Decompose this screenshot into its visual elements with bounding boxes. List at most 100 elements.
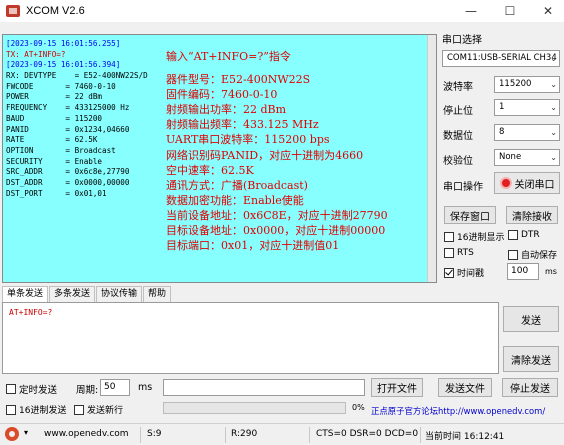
receive-line: PANID = 0x1234,04660: [6, 124, 130, 134]
receive-log: [2023-09-15 16:01:56.255] TX: AT+INFO=? [2…: [6, 39, 148, 199]
receive-line: OPTION = Broadcast: [6, 145, 116, 155]
chevron-down-icon: ⌄: [550, 80, 557, 89]
rts-box[interactable]: [444, 248, 454, 258]
baud-value: 115200: [499, 79, 532, 89]
port-status-icon: [499, 177, 512, 189]
stopbit-label: 停止位: [443, 106, 473, 117]
period-input[interactable]: 50: [100, 379, 130, 396]
annotation-line: 当前设备地址：0x6C8E，对应十进制27790: [166, 208, 388, 222]
timestamp-unit: ms: [545, 267, 557, 276]
receive-line: DST_PORT = 0x01,01: [6, 188, 107, 198]
send-tabs: 单条发送 多条发送 协议传输 帮助: [2, 286, 172, 302]
save-window-button[interactable]: 保存窗口: [444, 206, 496, 224]
annotation-line: 通讯方式：广播(Broadcast): [166, 178, 308, 192]
newline-box[interactable]: [74, 404, 84, 415]
dtr-box[interactable]: [508, 230, 518, 240]
status-url[interactable]: www.openedv.com: [44, 429, 129, 439]
databit-value: 8: [499, 127, 505, 137]
stop-send-button[interactable]: 停止发送: [502, 378, 558, 397]
receive-line: TX: AT+INFO=?: [6, 49, 66, 59]
send-progress-text: 0%: [352, 403, 365, 412]
status-received-count: R:290: [231, 429, 258, 439]
file-path-input[interactable]: [163, 379, 365, 396]
forum-link[interactable]: 正点原子官方论坛http://www.openedv.com/: [371, 405, 545, 417]
send-tab[interactable]: 帮助: [143, 286, 172, 302]
timed-send-box[interactable]: [6, 384, 16, 394]
timed-send-checkbox[interactable]: 定时发送: [6, 382, 57, 396]
receive-line: RATE = 62.5K: [6, 135, 98, 145]
port-select-value: COM11:USB-SERIAL CH34: [447, 53, 557, 63]
chevron-down-icon: ⌄: [550, 103, 557, 112]
send-file-button[interactable]: 发送文件: [438, 378, 492, 397]
window-title: XCOM V2.6: [26, 5, 85, 17]
chevron-down-icon: ⌄: [550, 153, 557, 162]
timed-send-label: 定时发送: [19, 385, 58, 396]
timestamp-interval-input[interactable]: 100: [507, 263, 539, 280]
timestamp-label: 时间戳: [457, 269, 485, 279]
stopbit-value: 1: [499, 102, 505, 112]
status-bar: ▾ www.openedv.com S:9 R:290 CTS=0 DSR=0 …: [0, 423, 564, 445]
annotation-line: 目标端口：0x01，对应十进制值01: [166, 239, 340, 253]
stopbit-select[interactable]: 1 ⌄: [494, 99, 560, 116]
period-unit: ms: [138, 382, 153, 393]
receive-scrollbar[interactable]: [427, 35, 436, 282]
dropdown-arrow-icon[interactable]: ▾: [24, 428, 28, 437]
port-select-label: 串口选择: [442, 35, 482, 46]
send-progress-bar: [163, 402, 346, 414]
databit-select[interactable]: 8 ⌄: [494, 124, 560, 141]
period-label: 周期:: [76, 385, 99, 396]
timestamp-box[interactable]: [444, 267, 454, 278]
databit-label: 数据位: [443, 131, 473, 142]
clear-receive-button[interactable]: 清除接收: [506, 206, 558, 224]
hex-send-checkbox[interactable]: 16进制发送: [6, 403, 66, 416]
hex-send-label: 16进制发送: [19, 406, 67, 416]
auto-save-box[interactable]: [508, 249, 518, 260]
send-tab[interactable]: 单条发送: [2, 286, 49, 302]
chevron-down-icon: ⌄: [550, 54, 557, 63]
parity-select[interactable]: None ⌄: [494, 149, 560, 166]
open-file-button[interactable]: 打开文件: [371, 378, 423, 397]
status-sent-count: S:9: [147, 429, 162, 439]
timestamp-checkbox[interactable]: 时间戳: [444, 266, 484, 279]
app-logo-icon: [6, 5, 20, 17]
auto-save-checkbox[interactable]: 自动保存: [508, 248, 557, 261]
send-tab[interactable]: 多条发送: [49, 286, 96, 302]
clear-send-button[interactable]: 清除发送: [503, 346, 559, 372]
rts-checkbox[interactable]: RTS: [444, 248, 474, 258]
receive-line: [2023-09-15 16:01:56.394]: [6, 60, 121, 70]
annotation-line: UART串口波特率：115200 bps: [166, 133, 330, 147]
annotation-line: 目标设备地址：0x0000，对应十进制00000: [166, 224, 386, 238]
annotation-line: 空中速率：62.5K: [166, 163, 254, 177]
close-port-button[interactable]: 关闭串口: [494, 172, 560, 194]
send-button[interactable]: 发送: [503, 306, 559, 332]
hex-send-box[interactable]: [6, 404, 16, 415]
minimize-button[interactable]: —: [455, 0, 487, 22]
port-select[interactable]: COM11:USB-SERIAL CH34 ⌄: [442, 50, 560, 67]
baud-select[interactable]: 115200 ⌄: [494, 76, 560, 93]
rts-label: RTS: [457, 248, 474, 258]
receive-line: POWER = 22 dBm: [6, 92, 103, 102]
parity-value: None: [499, 152, 522, 162]
maximize-button[interactable]: ☐: [494, 0, 526, 22]
receive-line: SRC_ADDR = 0x6c8e,27790: [6, 167, 130, 177]
parity-label: 校验位: [443, 156, 473, 167]
settings-gear-icon[interactable]: [5, 427, 19, 441]
chevron-down-icon: ⌄: [550, 128, 557, 137]
newline-checkbox[interactable]: 发送新行: [74, 403, 123, 416]
close-port-label: 关闭串口: [514, 179, 555, 191]
status-time: 当前时间 16:12:41: [425, 432, 505, 442]
send-tab[interactable]: 协议传输: [96, 286, 143, 302]
annotation-line: 射频输出频率：433.125 MHz: [166, 118, 319, 132]
dtr-label: DTR: [521, 230, 540, 240]
hex-display-checkbox[interactable]: 16进制显示: [444, 230, 504, 243]
newline-label: 发送新行: [87, 406, 124, 416]
close-window-button[interactable]: ✕: [532, 0, 564, 22]
receive-line: FWCODE = 7460-0-10: [6, 81, 116, 91]
port-op-label: 串口操作: [443, 182, 483, 193]
receive-area[interactable]: [2023-09-15 16:01:56.255] TX: AT+INFO=? [2…: [2, 34, 437, 283]
dtr-checkbox[interactable]: DTR: [508, 230, 540, 240]
hex-display-label: 16进制显示: [457, 233, 505, 243]
send-input[interactable]: AT+INFO=?: [2, 302, 499, 374]
receive-line: BAUD = 115200: [6, 113, 103, 123]
hex-display-box[interactable]: [444, 231, 454, 242]
